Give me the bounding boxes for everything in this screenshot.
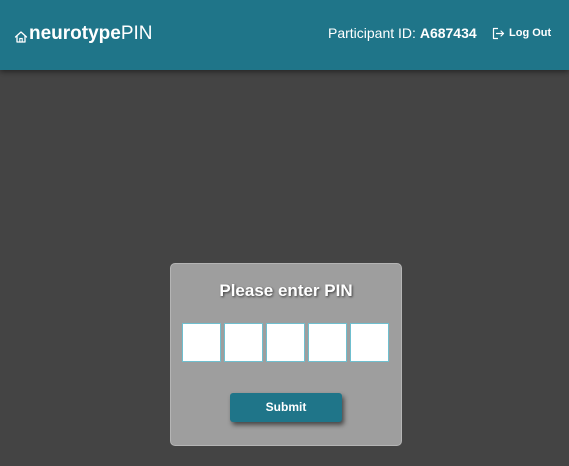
participant-id: A687434 xyxy=(419,25,477,41)
submit-button[interactable]: Submit xyxy=(230,393,342,422)
brand-name-bold: neurotype xyxy=(29,23,121,44)
pin-card-title: Please enter PIN xyxy=(219,281,353,300)
brand-logo[interactable]: neurotype PIN xyxy=(14,22,153,46)
participant-label: Participant ID: xyxy=(328,25,416,41)
top-header: neurotype PIN Participant ID: A687434 Lo… xyxy=(0,0,569,70)
pin-digit-2[interactable] xyxy=(224,323,263,362)
pin-digit-3[interactable] xyxy=(266,323,305,362)
pin-digit-4[interactable] xyxy=(308,323,347,362)
participant-info: Participant ID: A687434 xyxy=(328,24,477,42)
logout-button[interactable]: Log Out xyxy=(492,25,551,41)
logout-icon xyxy=(492,27,505,40)
pin-input-row xyxy=(182,323,392,362)
brand-name-light: PIN xyxy=(120,23,153,44)
pin-digit-5[interactable] xyxy=(350,323,389,362)
pin-digit-1[interactable] xyxy=(182,323,221,362)
pin-entry-card: Please enter PIN Submit xyxy=(170,263,402,446)
logout-label: Log Out xyxy=(509,27,552,39)
home-icon xyxy=(14,27,28,43)
